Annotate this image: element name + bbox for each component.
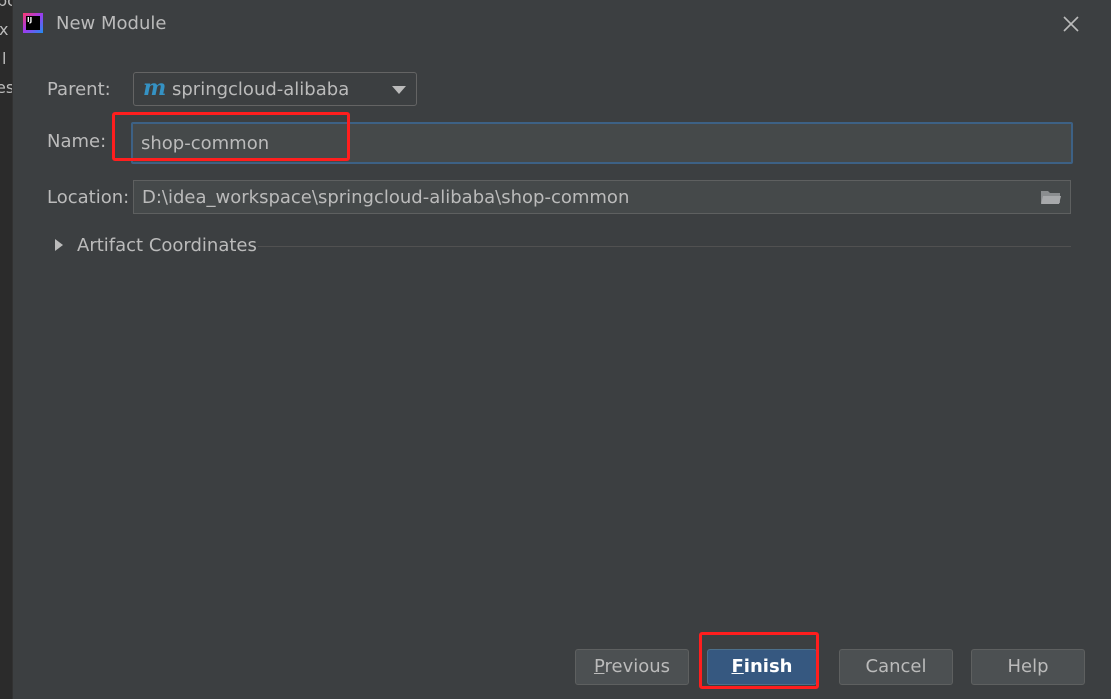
- location-label: Location:: [47, 187, 130, 208]
- finish-button[interactable]: Finish: [707, 649, 817, 685]
- maven-icon: m: [143, 75, 167, 101]
- bg-fragment: l: [2, 49, 7, 68]
- title-bar: IJ New Module: [13, 0, 1111, 48]
- previous-label: revious: [604, 656, 671, 677]
- name-input[interactable]: [141, 131, 1041, 155]
- finish-label: inish: [743, 656, 793, 677]
- folder-icon[interactable]: [1040, 189, 1062, 205]
- previous-button[interactable]: Previous: [575, 649, 689, 685]
- chevron-right-icon[interactable]: [55, 239, 63, 251]
- parent-dropdown[interactable]: m springcloud-alibaba: [133, 72, 417, 106]
- intellij-idea-icon: IJ: [23, 13, 43, 33]
- help-button[interactable]: Help: [971, 649, 1085, 685]
- background-ide-strip: pom x l es: [0, 0, 12, 699]
- finish-mnemonic: F: [731, 656, 744, 677]
- bg-fragment: es: [0, 78, 12, 97]
- dialog-title: New Module: [56, 13, 167, 34]
- location-field[interactable]: [133, 180, 1071, 214]
- section-divider: [258, 246, 1071, 247]
- chevron-down-icon: [392, 86, 406, 94]
- name-field[interactable]: [131, 122, 1073, 164]
- name-label: Name:: [47, 131, 107, 152]
- location-input[interactable]: [142, 185, 1022, 209]
- parent-value: springcloud-alibaba: [172, 79, 350, 100]
- bg-fragment: x: [0, 20, 9, 39]
- parent-label: Parent:: [47, 79, 111, 100]
- bg-fragment: pom: [0, 0, 12, 10]
- close-icon[interactable]: [1059, 12, 1083, 36]
- cancel-button[interactable]: Cancel: [839, 649, 953, 685]
- previous-mnemonic: P: [593, 656, 605, 677]
- new-module-dialog: IJ New Module Parent: m springcloud-alib…: [12, 0, 1111, 699]
- artifact-coordinates-toggle[interactable]: Artifact Coordinates: [77, 235, 257, 256]
